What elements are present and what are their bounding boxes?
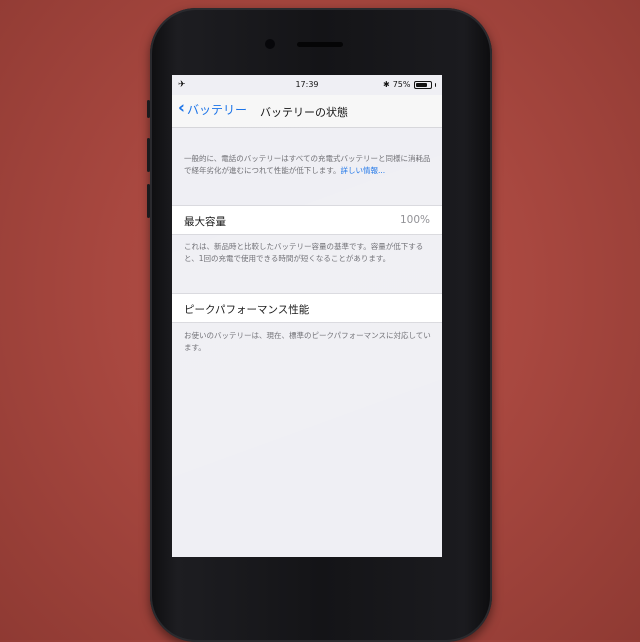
peak-performance-label: ピークパフォーマンス性能 xyxy=(184,304,310,316)
max-capacity-value: 100% xyxy=(399,214,430,226)
back-button-label: バッテリー xyxy=(187,103,248,117)
battery-percent: 75% xyxy=(392,80,411,89)
max-capacity-note: これは、新品時と比較したバッテリー容量の基準です。容量が低下すると、1回の充電で… xyxy=(184,242,424,263)
intro-description: 一般的に、電話のバッテリーはすべての充電式バッテリーと同様に消耗品で経年劣化が進… xyxy=(184,153,432,177)
navigation-bar: ‹ バッテリー バッテリーの状態 xyxy=(172,95,442,128)
battery-icon xyxy=(413,80,432,89)
volume-down-button xyxy=(147,184,150,218)
earpiece-speaker xyxy=(297,42,343,47)
chevron-left-icon: ‹ xyxy=(178,98,186,118)
mute-switch xyxy=(147,100,150,118)
learn-more-link[interactable]: 詳しい情報... xyxy=(341,166,386,175)
phone-screen: ✈ 17:39 ✱ 75% ‹ バッテリー バッテリーの状態 一般的に、電話のバ… xyxy=(172,75,442,557)
peak-performance-note: お使いのバッテリーは、現在、標準のピークパフォーマンスに対応しています。 xyxy=(184,331,431,352)
page-title: バッテリーの状態 xyxy=(260,106,348,119)
volume-up-button xyxy=(147,138,150,172)
back-button[interactable]: ‹ バッテリー xyxy=(178,98,248,118)
battery-tip xyxy=(434,82,436,87)
bluetooth-icon: ✱ xyxy=(383,80,390,89)
intro-text: 一般的に、電話のバッテリーはすべての充電式バッテリーと同様に消耗品で経年劣化が進… xyxy=(184,154,431,175)
front-camera xyxy=(265,39,275,49)
status-bar: ✈ 17:39 ✱ 75% xyxy=(172,75,442,95)
status-right-group: ✱ 75% xyxy=(383,80,436,89)
peak-performance-row: ピークパフォーマンス性能 xyxy=(172,293,442,323)
max-capacity-label: 最大容量 xyxy=(184,216,226,228)
max-capacity-row: 最大容量 100% xyxy=(172,205,442,235)
